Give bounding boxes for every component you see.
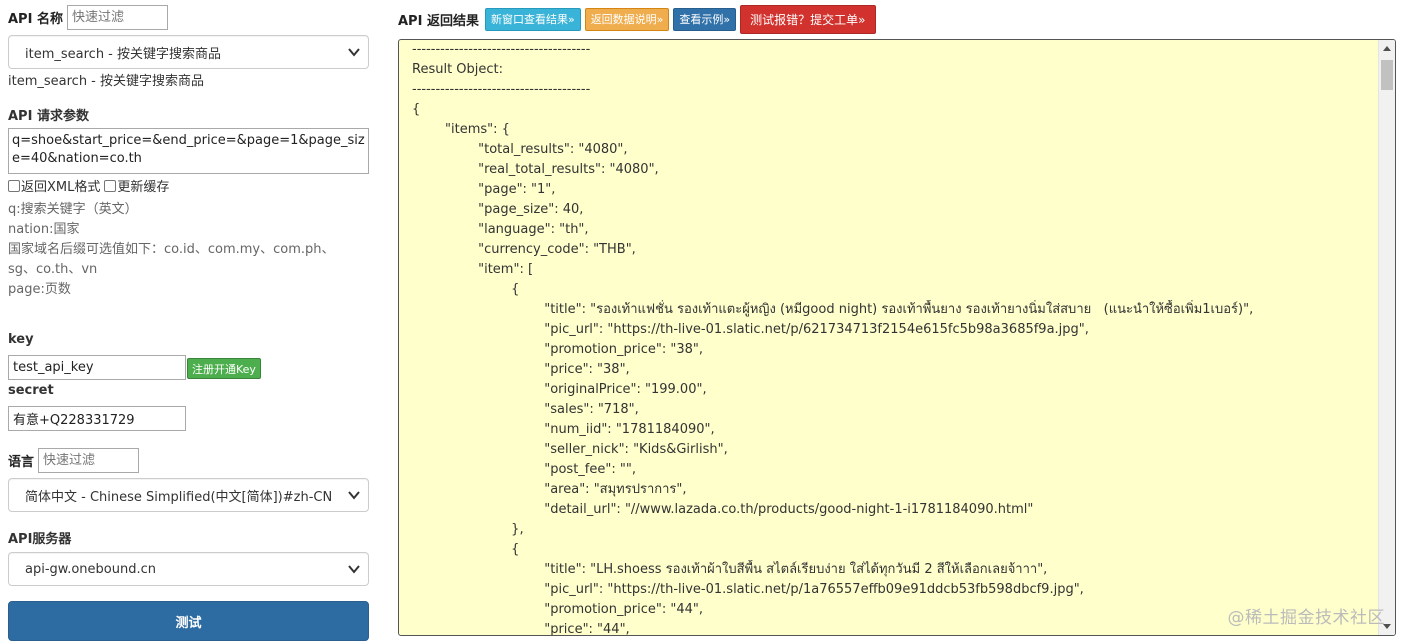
result-line: "pic_url": "https://th-live-01.slatic.ne…: [412, 582, 1084, 597]
result-line: "originalPrice": "199.00",: [412, 382, 707, 397]
lang-label: 语言: [8, 454, 35, 470]
params-textarea[interactable]: q=shoe&start_price=&end_price=&page=1&pa…: [8, 128, 369, 174]
server-select[interactable]: api-gw.onebound.cn: [8, 552, 369, 586]
result-line: --------------------------------------: [412, 42, 591, 57]
result-line: "page": "1",: [412, 182, 556, 197]
secret-input[interactable]: 有意+Q228331729: [8, 406, 186, 431]
help-line: 国家域名后缀可选值如下：co.id、com.my、com.ph、: [8, 242, 335, 257]
test-button[interactable]: 测试: [8, 601, 369, 641]
help-line: nation:国家: [8, 222, 80, 237]
result-line: "seller_nick": "Kids&Girlish",: [412, 442, 728, 457]
chevron-down-icon: [348, 491, 360, 500]
key-input[interactable]: test_api_key: [8, 355, 186, 380]
data-desc-button[interactable]: 返回数据说明»: [584, 7, 670, 31]
result-line: "item": [: [412, 262, 534, 277]
help-line: sg、co.th、vn: [8, 262, 98, 277]
result-line: "num_iid": "1781184090",: [412, 422, 715, 437]
new-window-button[interactable]: 新窗口查看结果»: [484, 7, 581, 31]
result-line: "pic_url": "https://th-live-01.slatic.ne…: [412, 322, 1089, 337]
result-line: "price": "38",: [412, 362, 630, 377]
result-output[interactable]: -------------------------------------- Re…: [398, 39, 1396, 636]
result-line: "language": "th",: [412, 222, 589, 237]
result-line: --------------------------------------: [412, 82, 591, 97]
result-line: "post_fee": "",: [412, 462, 636, 477]
result-line: "items": {: [412, 122, 510, 137]
report-button[interactable]: 测试报错？提交工单»: [740, 4, 876, 34]
params-help: q:搜索关键字（英文） nation:国家 国家域名后缀可选值如下：co.id、…: [8, 200, 370, 300]
example-button[interactable]: 查看示例»: [673, 7, 737, 31]
result-lines: -------------------------------------- Re…: [412, 40, 1375, 635]
api-select-caption: item_search - 按关键字搜索商品: [8, 74, 205, 89]
result-line: "sales": "718",: [412, 402, 639, 417]
server-label: API服务器: [8, 532, 72, 547]
language-select[interactable]: 简体中文 - Chinese Simplified(中文[简体])#zh-CN: [8, 478, 369, 512]
arrow-up-icon[interactable]: [1383, 46, 1391, 51]
lang-filter-input[interactable]: [38, 447, 140, 473]
result-line: Result Object:: [412, 62, 504, 77]
options-row: 返回XML格式 更新缓存: [8, 176, 169, 195]
params-label: API 请求参数: [8, 109, 89, 124]
scroll-thumb[interactable]: [1381, 60, 1393, 90]
watermark: @稀土掘金技术社区: [1227, 608, 1385, 628]
result-title: API 返回结果: [398, 13, 479, 29]
request-panel: API 名称 item_search - 按关键字搜索商品 item_searc…: [8, 0, 370, 644]
api-select-value: item_search - 按关键字搜索商品: [25, 46, 222, 62]
chevron-down-icon: [348, 565, 360, 574]
chevron-down-icon: [348, 48, 360, 57]
result-line: "title": "รองเท้าแฟชั่น รองเท้าแตะผู้หญิ…: [412, 302, 1254, 317]
lang-row: 语言: [8, 447, 140, 473]
help-line: page:页数: [8, 282, 71, 297]
api-filter-input[interactable]: [66, 4, 168, 30]
result-line: "currency_code": "THB",: [412, 242, 636, 257]
result-line: {: [412, 102, 421, 117]
result-line: "area": "สมุทรปราการ",: [412, 482, 687, 497]
api-name-row: API 名称: [8, 4, 168, 30]
result-header: API 返回结果 新窗口查看结果» 返回数据说明» 查看示例» 测试报错？提交工…: [398, 4, 876, 34]
secret-label: secret: [8, 383, 54, 398]
result-line: "page_size": 40,: [412, 202, 584, 217]
result-line: "real_total_results": "4080",: [412, 162, 659, 177]
result-line: {: [412, 542, 520, 557]
result-line: "title": "LH.shoess รองเท้าผ้าใบสีพื้น ส…: [412, 562, 1048, 577]
api-select[interactable]: item_search - 按关键字搜索商品: [8, 35, 369, 69]
help-line: q:搜索关键字（英文）: [8, 202, 138, 217]
api-name-label: API 名称: [8, 11, 63, 27]
result-line: },: [412, 522, 524, 537]
cache-checkbox[interactable]: [104, 179, 117, 192]
result-scrollbar[interactable]: [1378, 40, 1395, 635]
key-label: key: [8, 332, 34, 347]
language-select-value: 简体中文 - Chinese Simplified(中文[简体])#zh-CN: [25, 489, 333, 505]
result-line: "promotion_price": "38",: [412, 342, 703, 357]
result-line: "total_results": "4080",: [412, 142, 628, 157]
result-line: {: [412, 282, 520, 297]
cache-checkbox-label: 更新缓存: [117, 180, 170, 195]
xml-checkbox-label: 返回XML格式: [21, 180, 101, 195]
xml-checkbox[interactable]: [8, 179, 20, 192]
server-select-value: api-gw.onebound.cn: [25, 561, 156, 577]
result-line: "detail_url": "//www.lazada.co.th/produc…: [412, 502, 1034, 517]
register-key-button[interactable]: 注册开通Key: [187, 358, 261, 379]
